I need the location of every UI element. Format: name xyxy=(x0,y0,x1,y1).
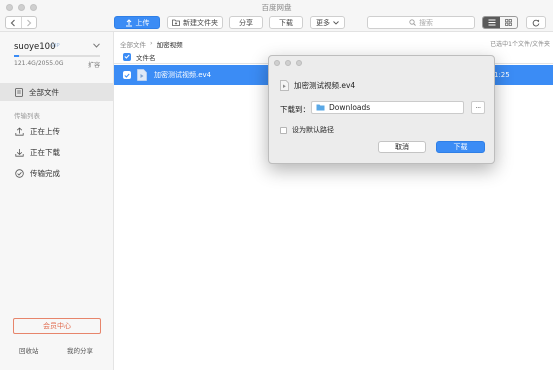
default-path-checkbox[interactable] xyxy=(280,126,287,134)
my-share-link[interactable]: 我的分享 xyxy=(67,345,93,355)
chevron-down-icon xyxy=(93,43,100,48)
breadcrumb-item[interactable]: 全部文件 xyxy=(120,39,146,49)
download-to-label: 下载到： xyxy=(280,105,310,114)
back-button[interactable] xyxy=(6,17,21,28)
download-path-value: Downloads xyxy=(329,103,371,112)
grid-view-button[interactable] xyxy=(500,17,517,28)
chevron-right-icon xyxy=(26,19,32,26)
new-folder-label: 新建文件夹 xyxy=(183,18,218,27)
storage-quota-bar xyxy=(14,55,100,57)
sidebar: suoye100 VIP 121.4G/2055.0G 扩容 全部文件 传输列表… xyxy=(0,32,114,370)
checkmark-icon xyxy=(124,73,130,78)
upload-label: 上传 xyxy=(135,18,150,27)
upload-icon xyxy=(15,126,24,136)
sidebar-item-label: 正在下载 xyxy=(30,147,60,157)
history-navigation xyxy=(5,16,37,29)
dialog-file: 加密测试视频.ev4 xyxy=(280,80,355,91)
download-dialog: 加密测试视频.ev4 下载到： Downloads ··· 设为默认路径 取消 … xyxy=(268,55,495,164)
chevron-left-icon xyxy=(10,19,16,26)
row-checkbox[interactable] xyxy=(123,71,131,79)
upload-icon xyxy=(125,18,132,26)
column-name-header[interactable]: 文件名 xyxy=(136,52,156,62)
expand-storage-link[interactable]: 扩容 xyxy=(88,60,100,69)
breadcrumb-separator: › xyxy=(150,39,153,47)
storage-quota-text: 121.4G/2055.0G xyxy=(14,60,64,67)
file-name[interactable]: 加密测试视频.ev4 xyxy=(154,70,211,80)
file-icon xyxy=(15,87,23,97)
checkmark-icon xyxy=(124,54,130,59)
default-path-option[interactable]: 设为默认路径 xyxy=(280,125,334,135)
breadcrumb-item-current: 加密视频 xyxy=(156,41,183,49)
video-file-icon xyxy=(137,69,147,81)
sidebar-item-label: 正在上传 xyxy=(30,126,60,136)
forward-button[interactable] xyxy=(20,17,37,28)
sidebar-item-all-files[interactable]: 全部文件 xyxy=(0,83,114,101)
search-placeholder: 搜索 xyxy=(419,18,433,27)
sidebar-item-downloading[interactable]: 正在下载 xyxy=(0,143,114,161)
title-bar: 百度网盘 上传 新建文件夹 分享 下载 更多 搜索 xyxy=(0,0,553,32)
share-button[interactable]: 分享 xyxy=(229,16,263,29)
new-folder-icon xyxy=(172,19,180,26)
more-label: 更多 xyxy=(316,18,330,27)
cancel-button[interactable]: 取消 xyxy=(378,141,426,153)
storage-quota-fill xyxy=(14,55,20,57)
new-folder-button[interactable]: 新建文件夹 xyxy=(167,16,223,29)
account-menu-button[interactable] xyxy=(93,41,100,50)
username[interactable]: suoye100 xyxy=(14,42,56,52)
chevron-down-icon xyxy=(333,20,339,25)
vip-center-button[interactable]: 会员中心 xyxy=(13,318,101,334)
upload-button[interactable]: 上传 xyxy=(114,16,160,29)
dialog-minimize-button[interactable] xyxy=(285,60,291,66)
dialog-filename: 加密测试视频.ev4 xyxy=(294,81,356,90)
list-view-button[interactable] xyxy=(483,17,500,28)
confirm-download-button[interactable]: 下载 xyxy=(436,141,485,153)
selection-info: 已选中1个文件/文件夹 xyxy=(490,41,550,48)
download-label: 下载 xyxy=(279,18,293,27)
share-label: 分享 xyxy=(239,18,253,27)
folder-icon xyxy=(316,104,325,111)
view-mode-toggle xyxy=(482,16,518,29)
video-file-icon xyxy=(280,80,289,91)
more-button[interactable]: 更多 xyxy=(310,16,345,29)
refresh-icon xyxy=(532,19,540,26)
default-path-label: 设为默认路径 xyxy=(292,126,334,134)
check-circle-icon xyxy=(15,168,24,178)
search-input[interactable]: 搜索 xyxy=(367,16,475,29)
list-view-icon xyxy=(488,19,495,26)
sidebar-item-completed[interactable]: 传输完成 xyxy=(0,164,114,182)
dialog-zoom-button[interactable] xyxy=(296,60,302,66)
browse-path-button[interactable]: ··· xyxy=(471,101,485,114)
grid-view-icon xyxy=(505,19,512,26)
sidebar-item-label: 全部文件 xyxy=(29,87,59,97)
transfer-list-heading: 传输列表 xyxy=(14,112,40,120)
window-title: 百度网盘 xyxy=(261,3,292,12)
vip-badge: VIP xyxy=(51,43,60,49)
dialog-close-button[interactable] xyxy=(274,60,280,66)
select-all-checkbox[interactable] xyxy=(123,52,131,61)
refresh-button[interactable] xyxy=(526,16,546,29)
sidebar-item-label: 传输完成 xyxy=(30,168,60,178)
download-button[interactable]: 下载 xyxy=(269,16,303,29)
breadcrumb: 全部文件 › 加密视频 xyxy=(120,39,183,49)
sidebar-item-uploading[interactable]: 正在上传 xyxy=(0,122,114,140)
search-icon xyxy=(409,19,416,26)
download-icon xyxy=(15,148,24,157)
recycle-bin-link[interactable]: 回收站 xyxy=(19,345,39,355)
download-path-field[interactable]: Downloads xyxy=(311,101,464,114)
file-modified-time: 1:25 xyxy=(494,71,510,79)
